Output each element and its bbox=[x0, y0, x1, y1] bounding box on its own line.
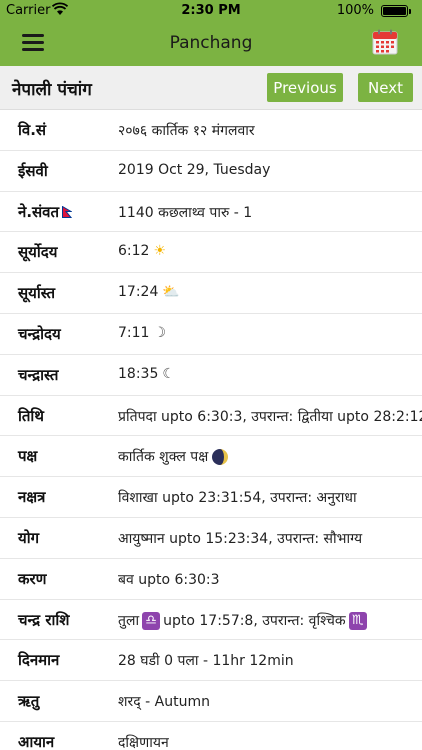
nav-title: Panchang bbox=[169, 33, 253, 53]
row-dinaman: दिनमान 28 घडी 0 पला - 11hr 12min bbox=[0, 640, 422, 682]
battery-percent: 100% bbox=[336, 3, 374, 18]
row-ayana: आयान दक्षिणायन bbox=[0, 722, 422, 750]
sun-behind-cloud-icon: ⛅ bbox=[162, 284, 180, 301]
row-label: पक्ष bbox=[18, 447, 38, 466]
crescent-moon-icon: ☽ bbox=[153, 324, 167, 341]
nav-bar: Panchang bbox=[0, 22, 422, 66]
row-value: 17:24 ⛅ bbox=[118, 284, 180, 301]
row-nepal-samvat: ने.संवत 1140 कछलाथ्व पारु - 1 bbox=[0, 192, 422, 233]
row-yoga: योग आयुष्मान upto 15:23:34, उपरान्त: सौभ… bbox=[0, 518, 422, 559]
battery-tip bbox=[409, 9, 411, 14]
row-value: 6:12 ☀ bbox=[118, 243, 167, 260]
row-label: करण bbox=[18, 569, 47, 588]
row-label: सूर्योदय bbox=[18, 243, 58, 262]
new-moon-icon bbox=[212, 449, 229, 466]
row-value: २०७६ कार्तिक १२ मंगलवार bbox=[118, 123, 255, 139]
next-button[interactable]: Next bbox=[358, 73, 413, 102]
row-label: ऋतु bbox=[18, 692, 40, 711]
row-sunrise: सूर्योदय 6:12 ☀ bbox=[0, 232, 422, 274]
row-paksha: पक्ष कार्तिक शुक्ल पक्ष bbox=[0, 436, 422, 478]
page-title: नेपाली पंचांग bbox=[12, 80, 92, 100]
row-value: आयुष्मान upto 15:23:34, उपरान्त: सौभाग्य bbox=[118, 530, 363, 547]
row-label: वि.सं bbox=[18, 121, 47, 139]
nepal-flag-icon bbox=[62, 206, 73, 219]
sun-icon: ☀ bbox=[153, 243, 167, 260]
row-tithi: तिथि प्रतिपदा upto 6:30:3, उपरान्त: द्वि… bbox=[0, 396, 422, 437]
row-value: 2019 Oct 29, Tuesday bbox=[118, 161, 271, 178]
previous-button[interactable]: Previous bbox=[267, 73, 343, 102]
row-value: 28 घडी 0 पला - 11hr 12min bbox=[118, 653, 294, 670]
row-ritu: ऋतु शरद् - Autumn bbox=[0, 681, 422, 722]
page-header: नेपाली पंचांग Previous Next bbox=[0, 66, 422, 110]
row-label: चन्द्रोदय bbox=[18, 324, 61, 343]
row-value: बव upto 6:30:3 bbox=[118, 571, 220, 588]
row-gregorian: ईसवी 2019 Oct 29, Tuesday bbox=[0, 151, 422, 192]
scorpio-icon: ♏ bbox=[348, 611, 367, 630]
row-label: दिनमान bbox=[18, 651, 60, 670]
status-bar: Carrier 2:30 PM 100% bbox=[0, 0, 422, 22]
row-vikram-samvat: वि.सं २०७६ कार्तिक १२ मंगलवार bbox=[0, 110, 422, 151]
row-label: नक्षत्र bbox=[18, 488, 46, 507]
libra-icon: ♎ bbox=[142, 611, 161, 630]
row-moonset: चन्द्रास्त 18:35 ☾ bbox=[0, 355, 422, 396]
row-value: 18:35 ☾ bbox=[118, 365, 175, 382]
row-label: चन्द्रास्त bbox=[18, 365, 59, 384]
row-value: तुला ♎ upto 17:57:8, उपरान्त: वृश्चिक ♏ bbox=[118, 611, 370, 630]
row-value: शरद् - Autumn bbox=[118, 694, 210, 711]
row-label: योग bbox=[18, 528, 40, 547]
row-value: 1140 कछलाथ्व पारु - 1 bbox=[118, 204, 253, 221]
row-value: कार्तिक शुक्ल पक्ष bbox=[118, 447, 229, 466]
row-label: आयान bbox=[18, 732, 55, 750]
row-value: विशाखा upto 23:31:54, उपरान्त: अनुराधा bbox=[118, 490, 357, 507]
row-label: ने.संवत bbox=[18, 202, 73, 222]
crescent-moon-icon: ☾ bbox=[162, 365, 175, 382]
battery-icon bbox=[381, 5, 408, 17]
row-value: दक्षिणायन bbox=[118, 734, 169, 750]
row-label: सूर्यास्त bbox=[18, 284, 56, 303]
panchang-list: वि.सं २०७६ कार्तिक १२ मंगलवार ईसवी 2019 … bbox=[0, 110, 422, 750]
row-label: तिथि bbox=[18, 406, 44, 425]
calendar-icon[interactable] bbox=[372, 29, 398, 55]
row-value: प्रतिपदा upto 6:30:3, उपरान्त: द्वितीया … bbox=[118, 408, 422, 425]
row-moonrise: चन्द्रोदय 7:11 ☽ bbox=[0, 314, 422, 355]
row-value: 7:11 ☽ bbox=[118, 324, 167, 341]
row-sunset: सूर्यास्त 17:24 ⛅ bbox=[0, 273, 422, 314]
row-chandra-rashi: चन्द्र राशि तुला ♎ upto 17:57:8, उपरान्त: … bbox=[0, 600, 422, 641]
row-label: चन्द्र राशि bbox=[18, 610, 70, 629]
row-label: ईसवी bbox=[18, 161, 48, 180]
row-karana: करण बव upto 6:30:3 bbox=[0, 559, 422, 600]
row-nakshatra: नक्षत्र विशाखा upto 23:31:54, उपरान्त: अ… bbox=[0, 477, 422, 518]
